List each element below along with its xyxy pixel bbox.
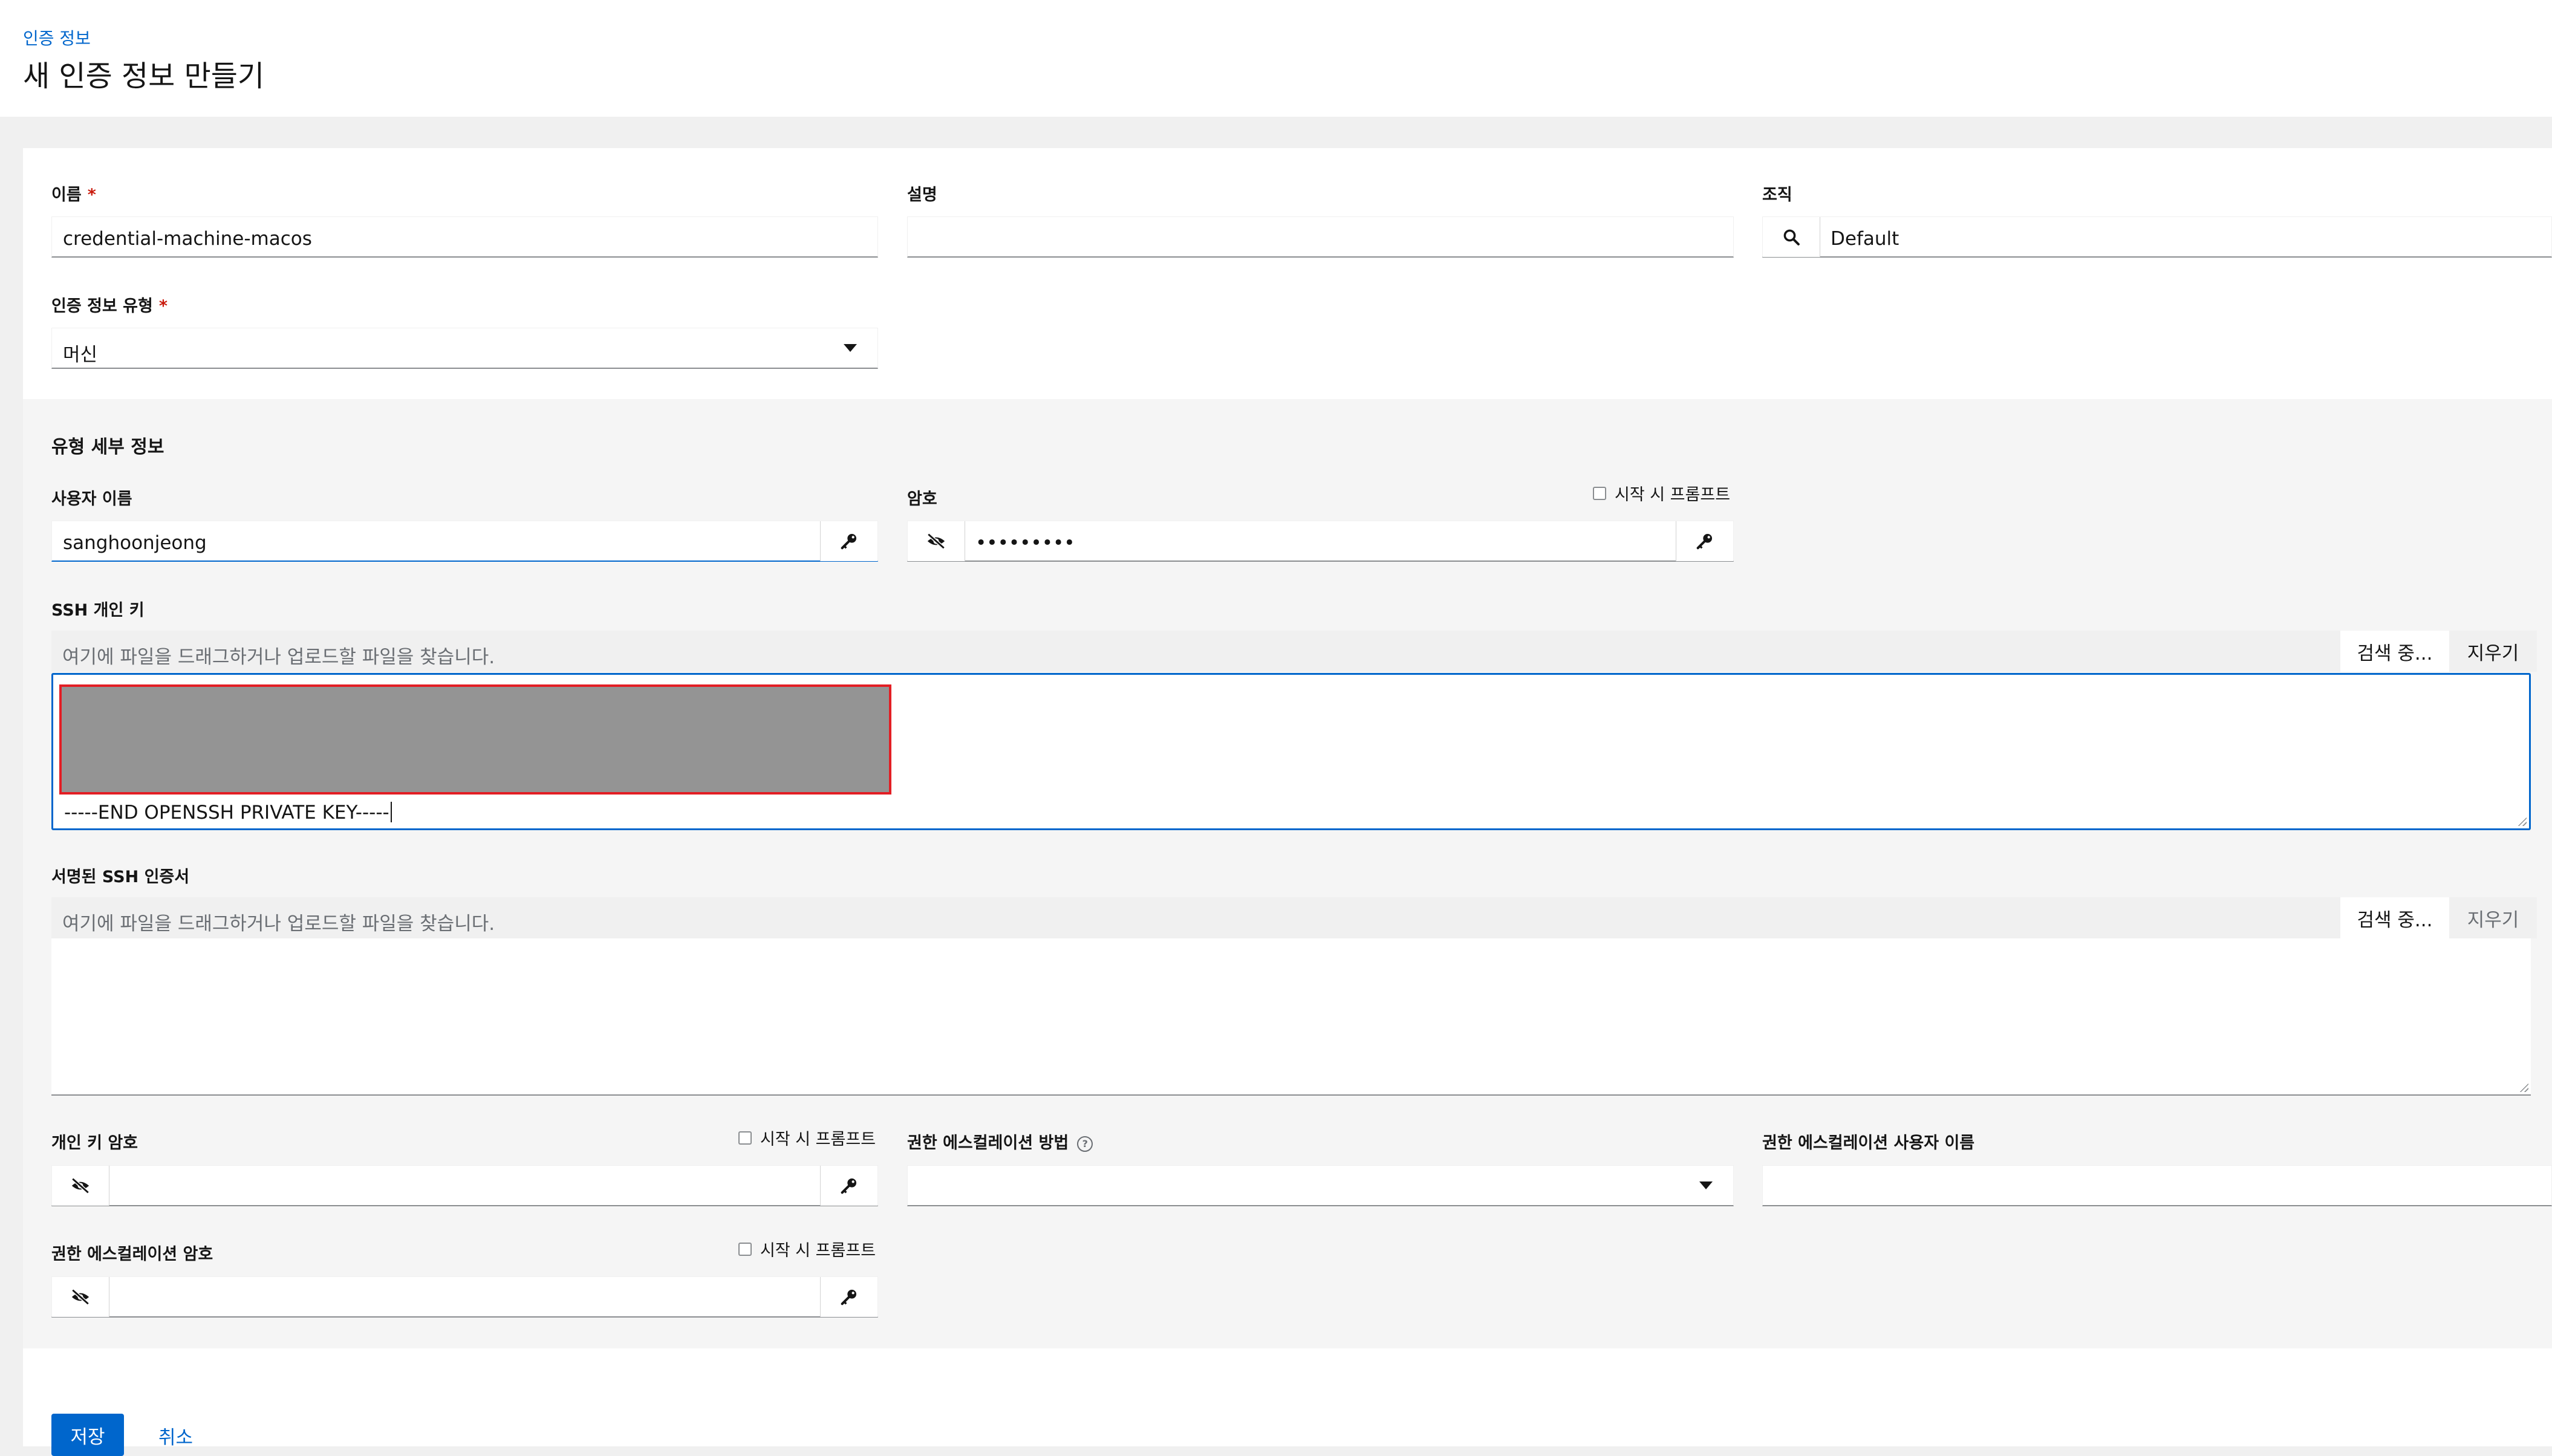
escalation-method-label: 권한 에스컬레이션 방법? [907,1129,1093,1153]
ssh-key-upload-placeholder: 여기에 파일을 드래그하거나 업로드할 파일을 찾습니다. [62,646,495,668]
eye-slash-icon [926,532,946,550]
required-mark: * [158,297,168,316]
key-passphrase-label: 개인 키 암호 [51,1134,138,1152]
page-title: 새 인증 정보 만들기 [23,59,265,93]
key-passphrase-prompt-label: 시작 시 프롬프트 [760,1130,876,1149]
signed-cert-upload-placeholder: 여기에 파일을 드래그하거나 업로드할 파일을 찾습니다. [62,913,495,935]
eye-slash-icon [70,1177,91,1195]
key-icon [839,531,859,551]
key-passphrase-prompt-on-launch[interactable]: 시작 시 프롬프트 [738,1126,876,1149]
page: 인증 정보 새 인증 정보 만들기 이름 * credential-machine… [0,0,2552,1456]
escalation-password-visibility-toggle[interactable] [52,1277,109,1317]
escalation-method-select[interactable] [907,1165,1734,1206]
redacted-key-region [59,684,891,795]
description-input[interactable] [907,216,1734,258]
ssh-key-textarea[interactable]: -----END OPENSSH PRIVATE KEY----- [51,673,2531,830]
key-passphrase-input[interactable] [51,1165,878,1206]
key-icon [1695,531,1714,551]
resize-grip-icon[interactable] [2519,1082,2528,1092]
key-icon [839,1176,859,1195]
username-value: sanghoonjeong [63,532,207,554]
organization-lookup[interactable]: Default [1762,216,2552,258]
ssh-key-tail-text: -----END OPENSSH PRIVATE KEY----- [64,802,392,824]
password-prompt-on-launch[interactable]: 시작 시 프롬프트 [1593,481,1730,505]
password-prompt-button[interactable] [1676,521,1733,561]
ssh-key-upload-bar[interactable]: 여기에 파일을 드래그하거나 업로드할 파일을 찾습니다. 검색 중... 지우… [51,631,2537,672]
password-value: ••••••••• [975,532,1075,554]
password-visibility-toggle[interactable] [908,521,965,561]
text-caret [390,802,392,822]
cancel-button[interactable]: 취소 [158,1422,193,1449]
escalation-method-label-text: 권한 에스컬레이션 방법 [907,1134,1069,1152]
username-label: 사용자 이름 [51,490,132,509]
name-label: 이름 * [51,181,96,205]
key-passphrase-visibility-toggle[interactable] [52,1166,109,1206]
password-label: 암호 [907,490,937,509]
type-details-title: 유형 세부 정보 [51,437,164,458]
escalation-password-prompt-checkbox[interactable] [738,1242,752,1256]
escalation-password-label: 권한 에스컬레이션 암호 [51,1245,213,1264]
ssh-key-browse-button[interactable]: 검색 중... [2340,631,2449,672]
escalation-password-prompt-button[interactable] [820,1277,877,1317]
escalation-password-input[interactable] [51,1276,878,1318]
eye-slash-icon [70,1288,91,1306]
name-input[interactable]: credential-machine-macos [51,216,878,258]
ssh-key-label: SSH 개인 키 [51,601,145,620]
name-input-value: credential-machine-macos [63,228,312,250]
ssh-key-tail-value: -----END OPENSSH PRIVATE KEY----- [64,802,389,824]
key-icon [839,1287,859,1307]
signed-cert-browse-button[interactable]: 검색 중... [2340,897,2449,938]
description-label: 설명 [907,186,937,204]
credential-type-value: 머신 [63,344,98,366]
password-input[interactable]: ••••••••• [907,521,1734,562]
caret-down-icon [1699,1181,1713,1189]
name-label-text: 이름 [51,186,82,204]
escalation-username-label: 권한 에스컬레이션 사용자 이름 [1762,1134,1975,1152]
resize-grip-icon[interactable] [2517,816,2527,826]
breadcrumb-credentials[interactable]: 인증 정보 [23,25,91,50]
signed-cert-textarea[interactable] [51,938,2531,1096]
escalation-username-input[interactable] [1762,1165,2552,1206]
caret-down-icon [844,344,857,352]
page-header: 인증 정보 새 인증 정보 만들기 [0,0,2552,117]
save-button[interactable]: 저장 [51,1414,124,1456]
required-mark: * [87,186,96,204]
organization-search-button[interactable] [1763,217,1820,257]
organization-label: 조직 [1762,186,1792,204]
key-passphrase-prompt-button[interactable] [820,1166,877,1206]
username-input[interactable]: sanghoonjeong [51,521,878,562]
signed-cert-clear-button[interactable]: 지우기 [2449,897,2537,938]
escalation-password-prompt-label: 시작 시 프롬프트 [760,1241,876,1260]
credential-type-select[interactable]: 머신 [51,328,878,369]
password-prompt-label: 시작 시 프롬프트 [1615,486,1731,504]
password-prompt-checkbox[interactable] [1593,486,1606,500]
key-passphrase-prompt-checkbox[interactable] [738,1131,752,1145]
signed-cert-label: 서명된 SSH 인증서 [51,868,190,886]
signed-cert-upload-bar[interactable]: 여기에 파일을 드래그하거나 업로드할 파일을 찾습니다. 검색 중... 지우… [51,897,2537,938]
help-icon[interactable]: ? [1077,1136,1093,1152]
ssh-key-clear-button[interactable]: 지우기 [2449,631,2537,672]
username-prompt-button[interactable] [820,521,877,561]
escalation-password-prompt-on-launch[interactable]: 시작 시 프롬프트 [738,1237,876,1261]
organization-value: Default [1831,228,1899,250]
credential-type-label-text: 인증 정보 유형 [51,297,153,316]
search-icon [1782,228,1800,246]
credential-type-label: 인증 정보 유형 * [51,293,168,316]
